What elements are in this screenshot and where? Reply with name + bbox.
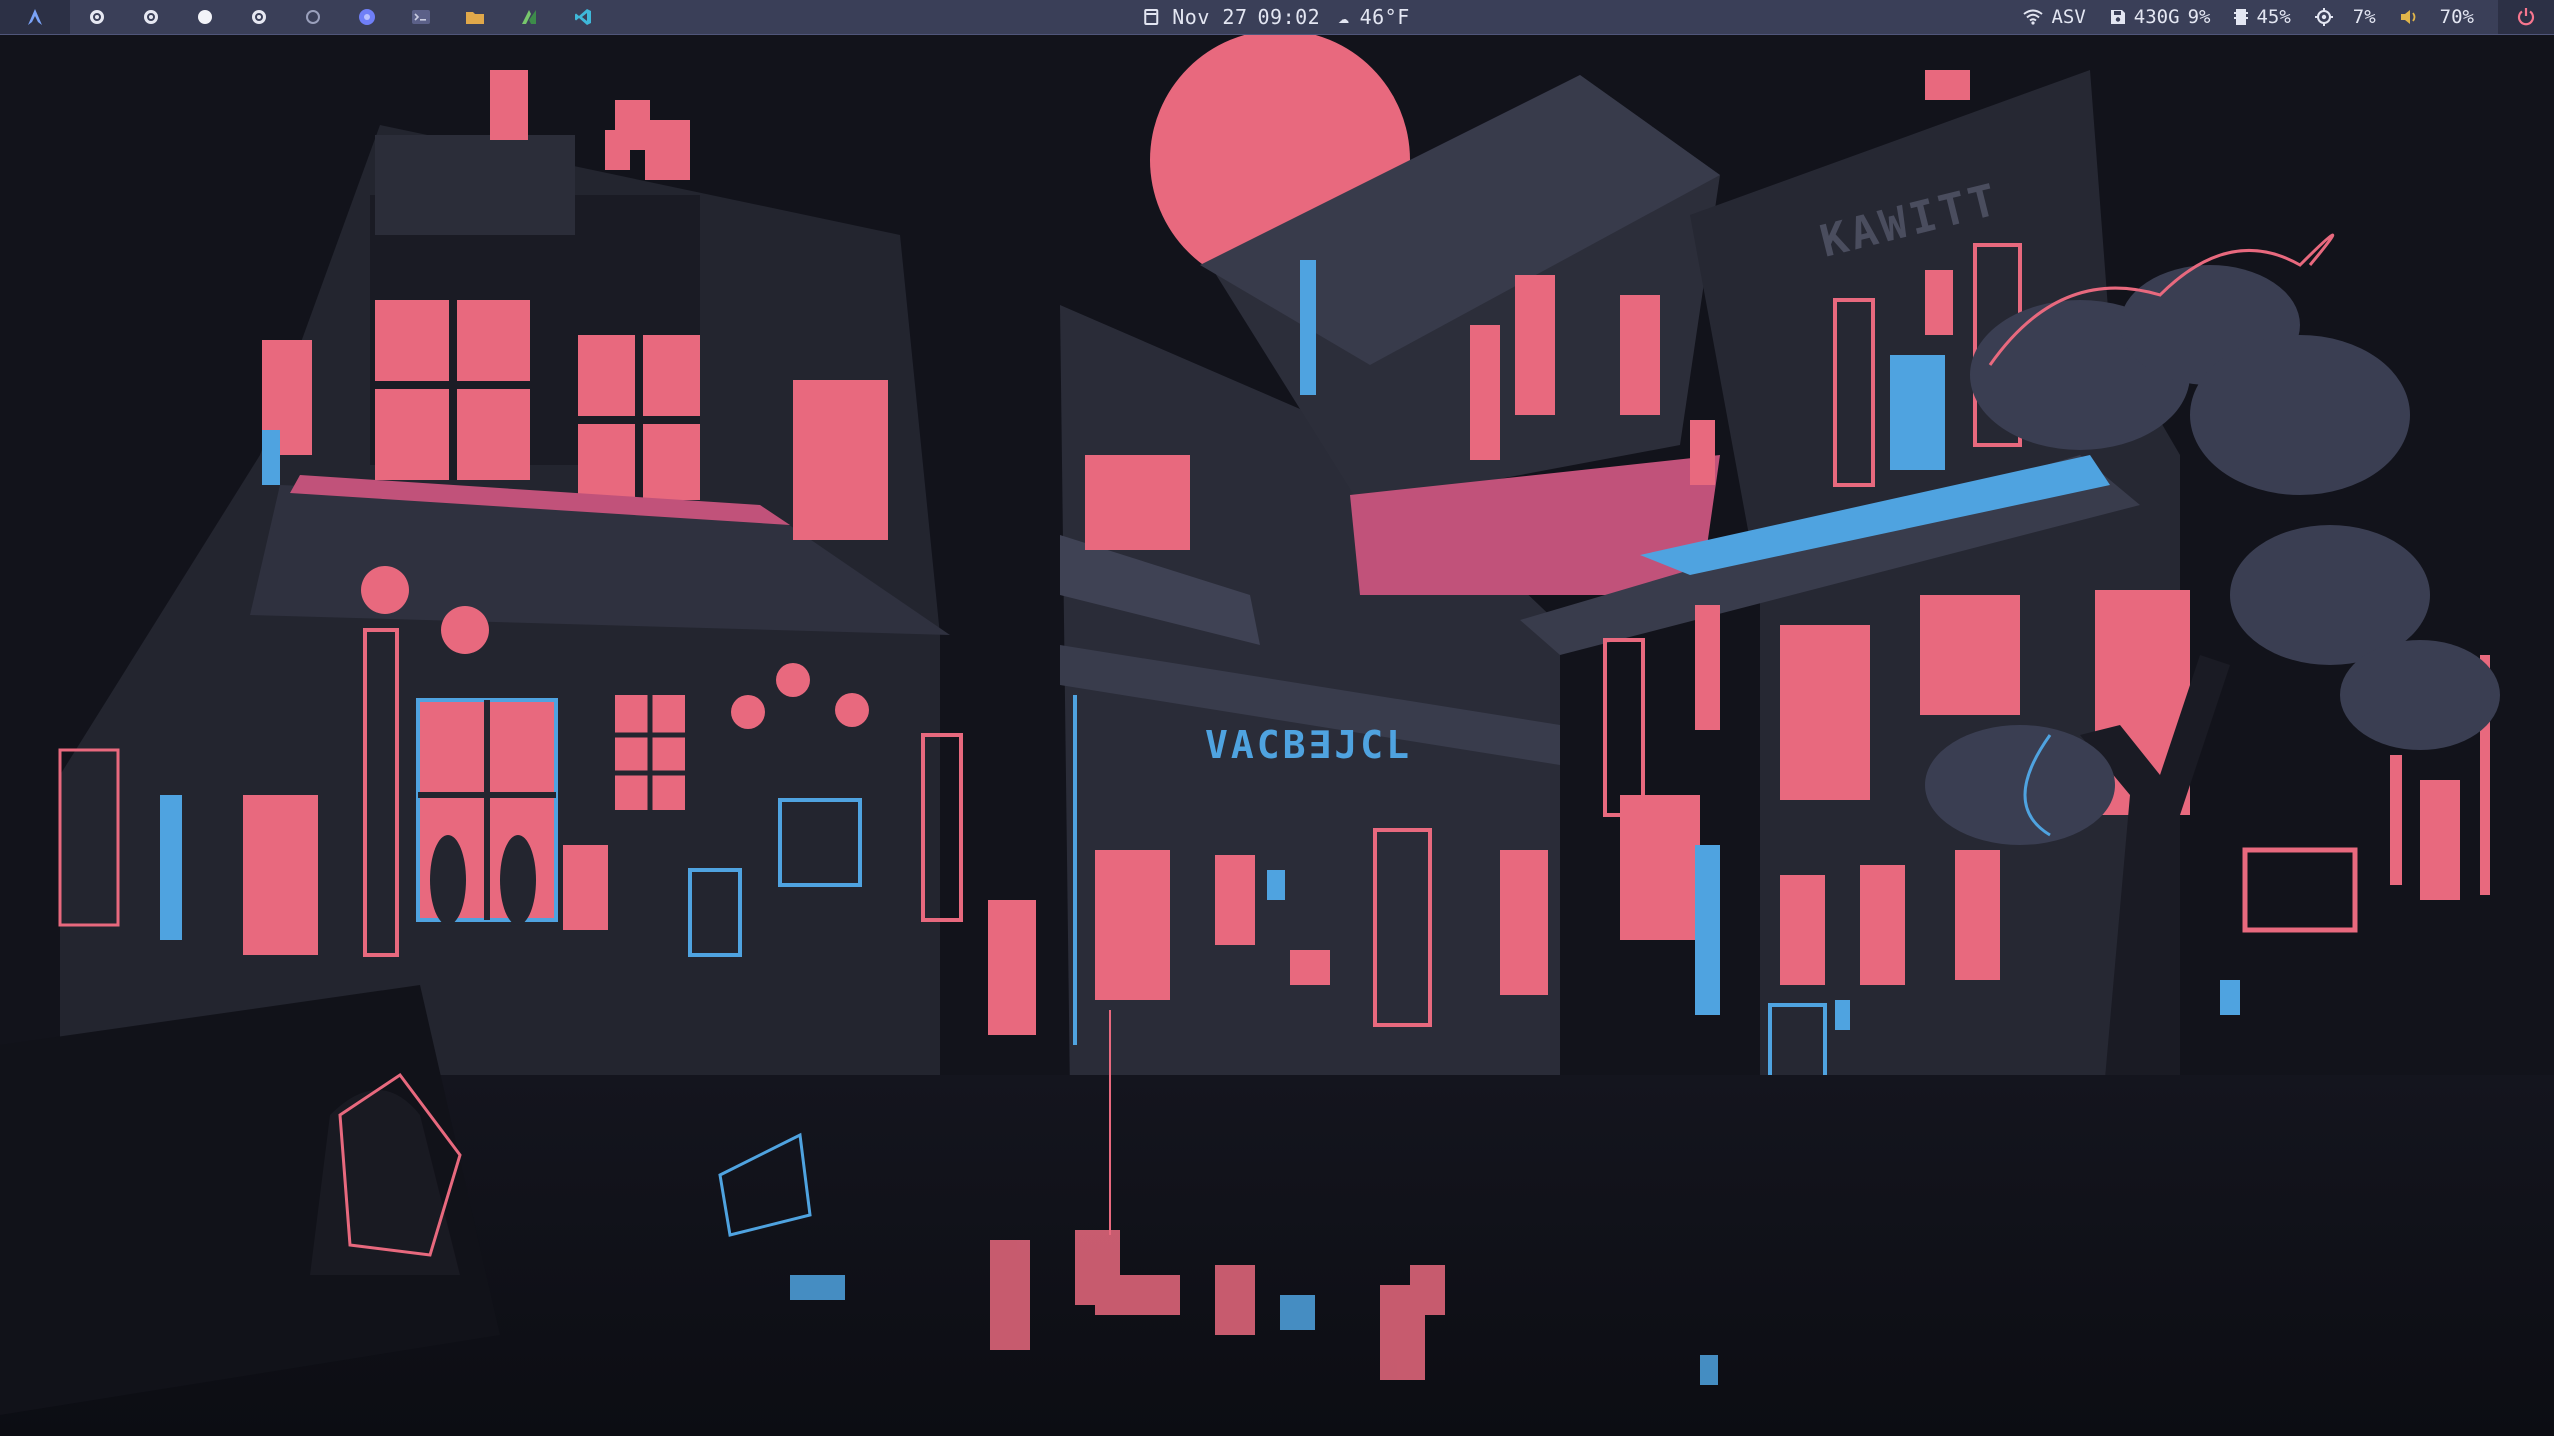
taskbar-terminal[interactable] (394, 0, 448, 34)
workspace-3[interactable] (178, 0, 232, 34)
disk-free: 430G (2133, 6, 2180, 28)
memory-usage: 45% (2256, 6, 2291, 28)
cpu-icon (2314, 8, 2333, 26)
disk-percent: 9% (2187, 6, 2211, 28)
workspace-5[interactable] (286, 0, 340, 34)
weather-temperature: 46°F (1359, 5, 1410, 29)
workspace-empty-icon (306, 10, 320, 24)
power-button[interactable] (2498, 0, 2554, 34)
cloud-icon: ☁ (1338, 6, 1350, 28)
clock-date: Nov 27 (1172, 5, 1248, 29)
vscode-icon (575, 9, 591, 25)
network-widget[interactable]: ASV (2023, 6, 2086, 28)
panel-right: ASV 430G 9% 45% 7% 70% (1999, 0, 2554, 34)
folder-icon (466, 12, 484, 24)
workspace-2[interactable] (124, 0, 178, 34)
memory-icon (2234, 9, 2249, 25)
browser-icon (359, 9, 375, 25)
workspace-occupied-icon (90, 10, 104, 24)
android-studio-icon (522, 10, 536, 24)
taskbar-browser[interactable] (340, 0, 394, 34)
workspace-active-icon (198, 10, 212, 24)
volume-widget[interactable]: 70% (2400, 6, 2474, 28)
cyberpunk-street-wallpaper: VACB∃JCL KAWITT (0, 35, 2554, 1436)
cpu-usage: 7% (2352, 6, 2376, 28)
desktop: Nov 27 09:02 ☁ 46°F ASV 430G 9% 45% 7% 7… (0, 0, 2554, 1436)
taskbar-android-studio[interactable] (502, 0, 556, 34)
workspace-4[interactable] (232, 0, 286, 34)
workspace-occupied-icon (252, 10, 266, 24)
workspace-1[interactable] (70, 0, 124, 34)
volume-icon (2400, 10, 2416, 24)
clock-widget[interactable]: Nov 27 09:02 ☁ 46°F (1144, 5, 1409, 29)
disk-widget[interactable]: 430G 9% (2110, 6, 2211, 28)
calendar-icon (1144, 9, 1159, 25)
terminal-icon (412, 10, 430, 24)
top-panel: Nov 27 09:02 ☁ 46°F ASV 430G 9% 45% 7% 7… (0, 0, 2554, 35)
clock-time: 09:02 (1257, 5, 1321, 29)
workspace-occupied-icon (144, 10, 158, 24)
panel-left (0, 0, 610, 34)
network-name: ASV (2051, 6, 2086, 28)
shop-sign: VACB∃JCL (1205, 723, 1412, 767)
arch-launcher-button[interactable] (0, 0, 70, 34)
cpu-widget[interactable]: 7% (2314, 6, 2376, 28)
wifi-icon (2023, 9, 2044, 25)
arch-icon (28, 9, 42, 25)
taskbar-files[interactable] (448, 0, 502, 34)
power-icon (2517, 8, 2535, 26)
memory-widget[interactable]: 45% (2234, 6, 2291, 28)
disk-icon (2110, 10, 2125, 24)
volume-level: 70% (2439, 6, 2474, 28)
taskbar-vscode[interactable] (556, 0, 610, 34)
